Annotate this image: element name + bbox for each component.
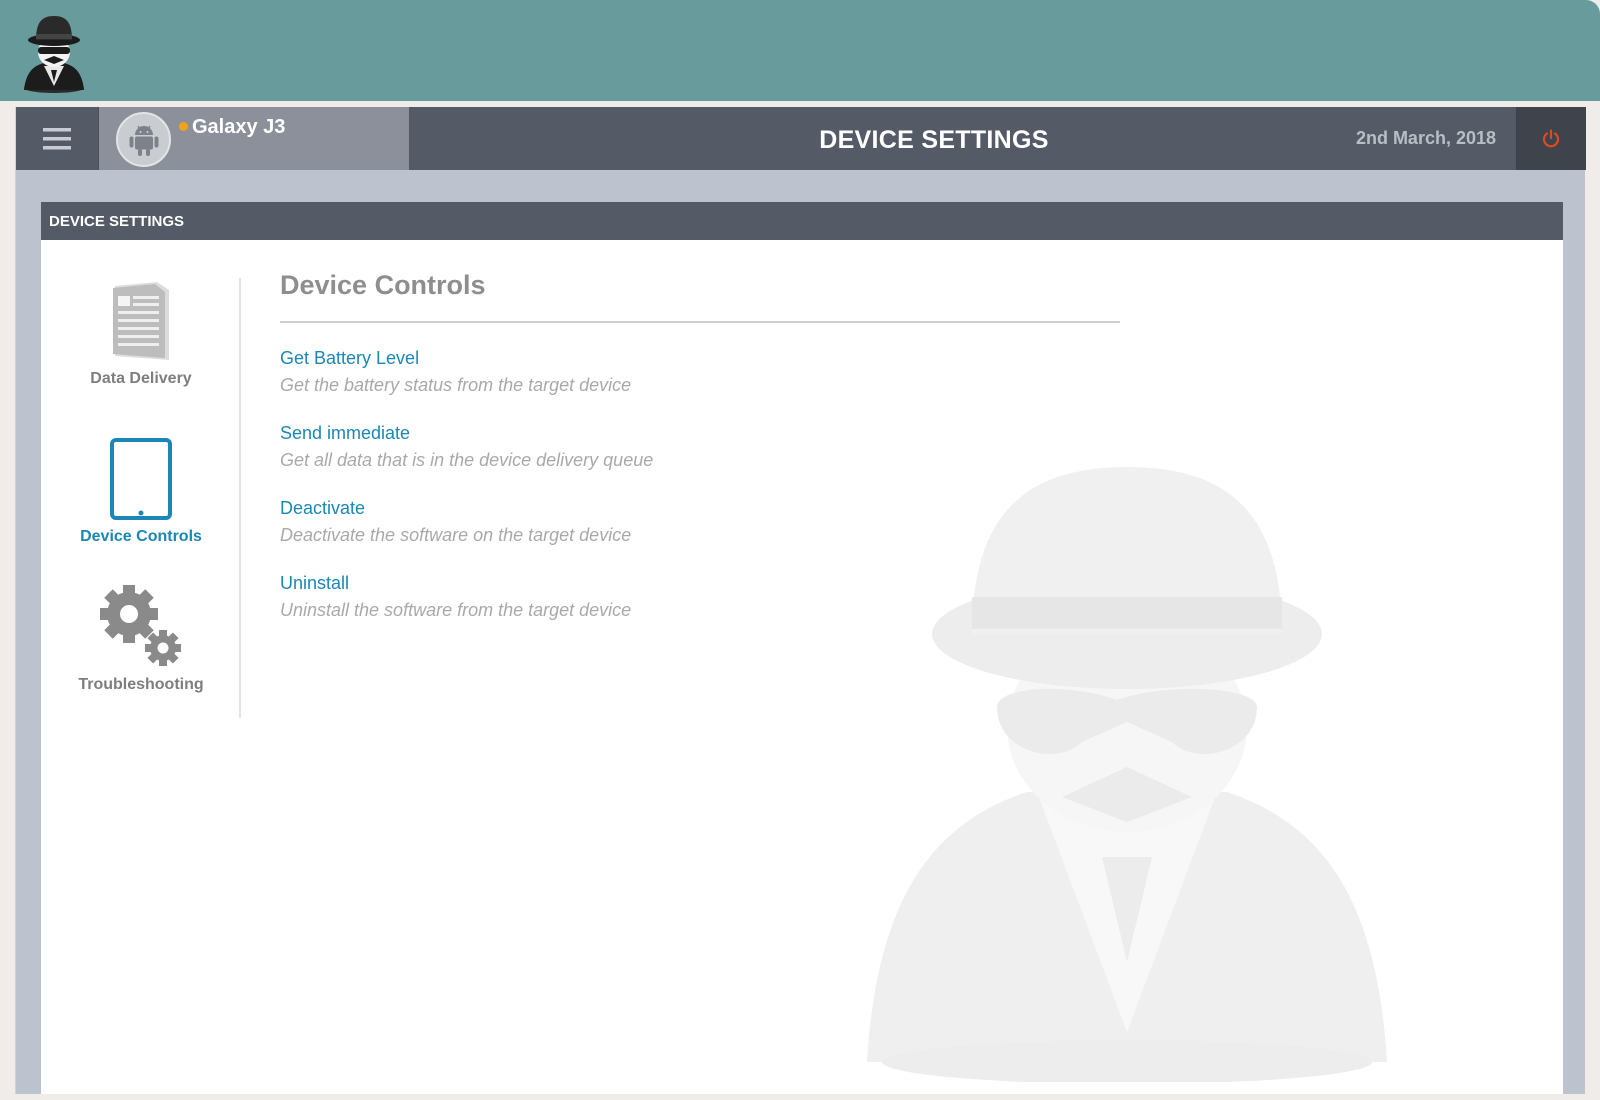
side-nav-item-device-controls[interactable]: Device Controls [41,438,241,546]
power-button[interactable] [1516,107,1586,170]
section-title: Device Controls [280,264,1120,323]
online-status-dot [179,122,188,131]
power-icon [1542,128,1560,147]
get-battery-level-link[interactable]: Get Battery Level [280,348,1120,369]
date-label: 2nd March, 2018 [1355,128,1496,148]
top-banner [0,0,1600,101]
control-item-send-immediate: Send immediate Get all data that is in t… [280,423,1120,498]
uninstall-link[interactable]: Uninstall [280,573,1120,594]
control-description: Deactivate the software on the target de… [280,525,632,545]
device-controls-section: Device Controls Get Battery Level Get th… [280,264,1120,648]
send-immediate-link[interactable]: Send immediate [280,423,1120,444]
control-description: Uninstall the software from the target d… [280,600,632,620]
android-icon [129,125,158,156]
control-list: Get Battery Level Get the battery status… [280,348,1120,648]
tablet-icon [110,438,172,520]
nav-bar: Galaxy J3 DEVICE SETTINGS 2nd March, 201… [16,107,1586,170]
hamburger-menu-icon [43,127,71,149]
control-item-uninstall: Uninstall Uninstall the software from th… [280,573,1120,648]
side-nav-label: Data Delivery [90,370,192,387]
settings-panel: DEVICE SETTINGS Data Delivery Device Con… [41,202,1563,1094]
document-icon [113,282,169,360]
device-name: Galaxy J3 [192,116,286,138]
side-nav: Data Delivery Device Controls Troublesho… [41,278,241,718]
spy-logo-icon [24,16,84,93]
side-nav-item-troubleshooting[interactable]: Troubleshooting [41,584,241,694]
device-avatar [116,112,171,167]
menu-button[interactable] [16,107,99,170]
app-frame: Galaxy J3 DEVICE SETTINGS 2nd March, 201… [15,107,1586,1094]
side-nav-label: Troubleshooting [78,676,204,693]
device-selector[interactable]: Galaxy J3 [99,107,409,170]
control-item-get-battery-level: Get Battery Level Get the battery status… [280,348,1120,423]
side-nav-item-data-delivery[interactable]: Data Delivery [41,278,241,388]
deactivate-link[interactable]: Deactivate [280,498,1120,519]
control-description: Get all data that is in the device deliv… [280,450,654,470]
page-title: DEVICE SETTINGS [819,126,1049,154]
control-item-deactivate: Deactivate Deactivate the software on th… [280,498,1120,573]
side-nav-label: Device Controls [80,528,202,545]
panel-header: DEVICE SETTINGS [41,202,1563,240]
gears-icon [100,585,181,666]
control-description: Get the battery status from the target d… [280,375,632,395]
